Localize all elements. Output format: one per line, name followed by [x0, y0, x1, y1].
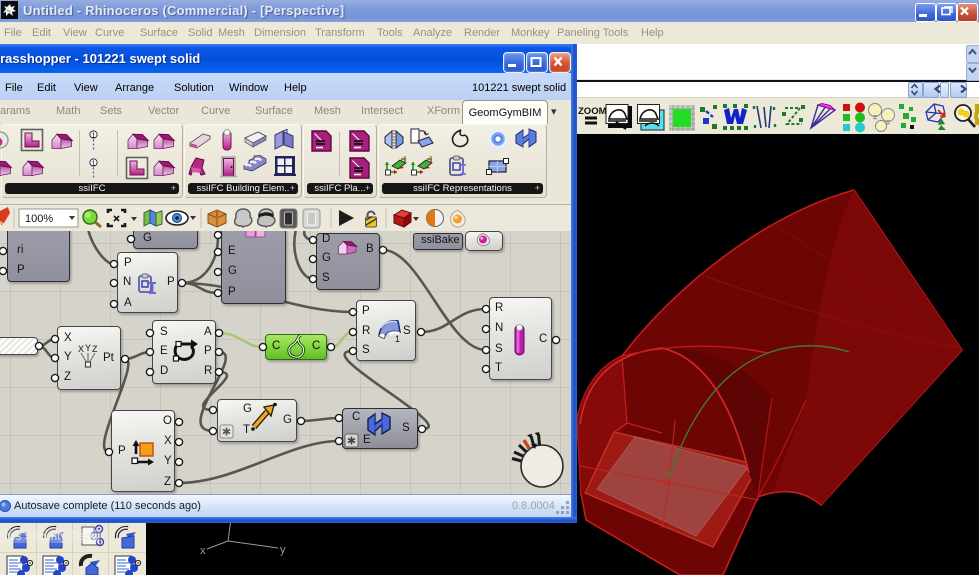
svg-text:a: a [403, 156, 407, 162]
svg-text:100%: 100% [25, 213, 53, 225]
svg-text:ZOOM: ZOOM [578, 106, 607, 117]
svg-text:y: y [280, 544, 286, 556]
svg-text:a: a [429, 156, 433, 162]
svg-text:ows Security Alerts: ows Security Alerts [1, 531, 98, 543]
svg-text:x: x [200, 545, 206, 557]
